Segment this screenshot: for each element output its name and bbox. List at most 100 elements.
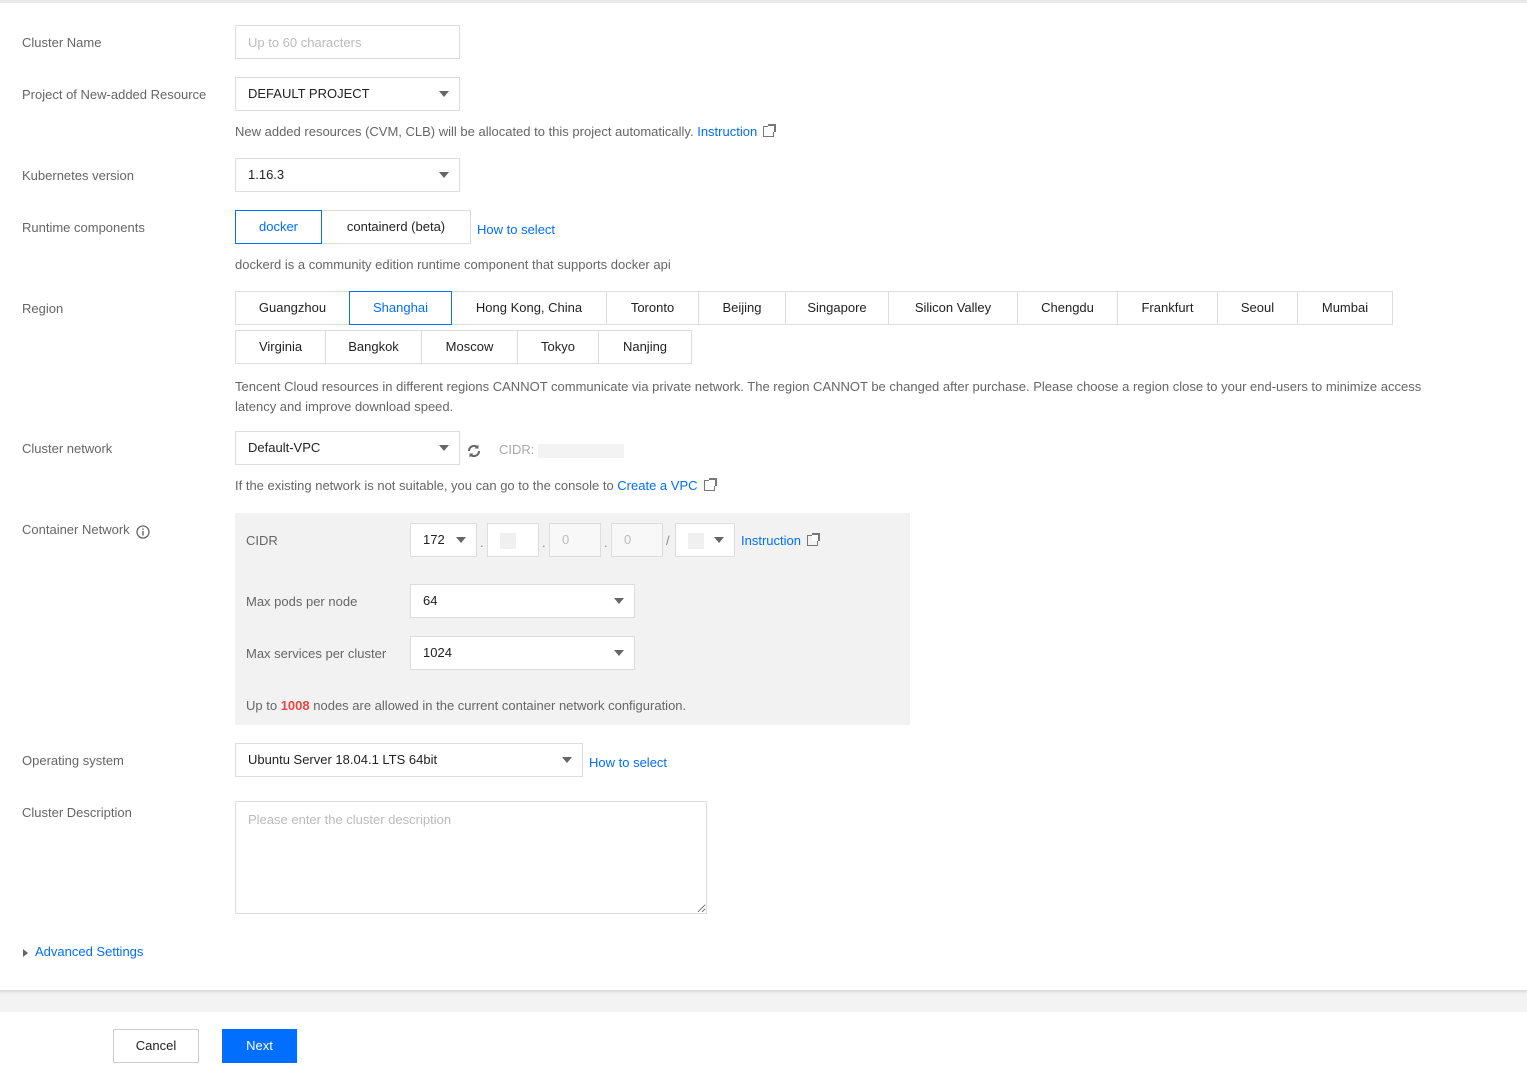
region-beijing[interactable]: Beijing — [698, 291, 786, 325]
region-frankfurt[interactable]: Frankfurt — [1117, 291, 1218, 325]
max-pods-label: Max pods per node — [246, 594, 358, 609]
chevron-down-icon — [562, 757, 572, 763]
cluster-network-help: If the existing network is not suitable,… — [235, 478, 717, 493]
vpc-select[interactable]: Default-VPC — [235, 431, 460, 465]
info-icon[interactable] — [136, 525, 150, 539]
cidr-dot-1: . — [480, 535, 484, 550]
region-help-line2: latency and improve download speed. — [235, 399, 454, 414]
os-how-to-select-link[interactable]: How to select — [589, 755, 667, 770]
region-help: Tencent Cloud resources in different reg… — [235, 377, 1495, 417]
project-instruction-link[interactable]: Instruction — [697, 124, 757, 139]
cluster-name-input[interactable] — [235, 25, 460, 59]
max-pods-select[interactable]: 64 — [410, 584, 635, 618]
k8s-version-value: 1.16.3 — [248, 167, 285, 182]
cluster-network-label: Cluster network — [22, 441, 113, 456]
region-guangzhou[interactable]: Guangzhou — [235, 291, 350, 325]
max-services-label: Max services per cluster — [246, 646, 387, 661]
next-button[interactable]: Next — [222, 1029, 297, 1063]
cidr-second-octet-input[interactable] — [487, 523, 539, 557]
region-toronto[interactable]: Toronto — [606, 291, 699, 325]
k8s-version-select[interactable]: 1.16.3 — [235, 158, 460, 192]
k8s-version-label: Kubernetes version — [22, 168, 135, 183]
project-select-value: DEFAULT PROJECT — [248, 86, 370, 101]
vpc-select-value: Default-VPC — [248, 440, 321, 455]
project-label: Project of New-added Resource — [22, 87, 207, 102]
description-textarea[interactable] — [235, 801, 707, 914]
project-select[interactable]: DEFAULT PROJECT — [235, 77, 460, 111]
vpc-cidr-redacted — [538, 443, 625, 458]
region-tokyo[interactable]: Tokyo — [517, 330, 599, 364]
footer-bar: Cancel Next — [0, 1012, 1527, 1079]
chevron-down-icon — [614, 598, 624, 604]
chevron-down-icon — [614, 650, 624, 656]
cluster-form: Cluster Name Project of New-added Resour… — [0, 3, 1527, 990]
region-moscow[interactable]: Moscow — [421, 330, 518, 364]
region-chengdu[interactable]: Chengdu — [1017, 291, 1118, 325]
region-help-line1: Tencent Cloud resources in different reg… — [235, 379, 1422, 394]
max-pods-value: 64 — [423, 593, 438, 608]
refresh-icon[interactable] — [466, 443, 482, 459]
external-link-icon — [703, 478, 717, 491]
cidr-slash: / — [666, 533, 670, 548]
cidr-first-octet-select[interactable]: 172 — [410, 523, 477, 557]
chevron-down-icon — [439, 172, 449, 178]
cluster-name-label: Cluster Name — [22, 35, 102, 50]
cidr-second-octet-redacted — [500, 532, 516, 549]
runtime-selector: docker containerd (beta) — [235, 210, 471, 244]
cidr-dot-3: . — [604, 535, 608, 550]
vpc-cidr-label: CIDR: — [499, 442, 535, 457]
region-shanghai[interactable]: Shanghai — [349, 291, 452, 325]
os-select-value: Ubuntu Server 18.04.1 LTS 64bit — [248, 752, 438, 767]
cidr-instruction-link[interactable]: Instruction — [741, 533, 801, 548]
region-hong-kong[interactable]: Hong Kong, China — [451, 291, 607, 325]
container-network-panel: CIDR 172 . . 0 . 0 / Instruction Max pod… — [235, 513, 910, 725]
cidr-first-octet-value: 172 — [423, 532, 445, 547]
project-help: New added resources (CVM, CLB) will be a… — [235, 124, 777, 139]
region-bangkok[interactable]: Bangkok — [325, 330, 422, 364]
region-singapore[interactable]: Singapore — [785, 291, 889, 325]
advanced-settings-toggle[interactable]: Advanced Settings — [35, 944, 143, 959]
max-services-select[interactable]: 1024 — [410, 636, 635, 670]
node-capacity-count: 1008 — [280, 698, 310, 713]
os-label: Operating system — [22, 753, 124, 768]
chevron-down-icon — [714, 537, 724, 543]
node-capacity-suffix: nodes are allowed in the current contain… — [313, 698, 687, 713]
create-vpc-link[interactable]: Create a VPC — [617, 478, 697, 493]
region-label: Region — [22, 301, 64, 316]
cancel-button[interactable]: Cancel — [113, 1029, 199, 1063]
caret-right-icon[interactable] — [23, 949, 28, 957]
container-network-label: Container Network — [22, 522, 130, 537]
chevron-down-icon — [456, 537, 466, 543]
chevron-down-icon — [439, 91, 449, 97]
cidr-third-octet-input[interactable]: 0 — [549, 523, 601, 557]
cluster-network-help-text: If the existing network is not suitable,… — [235, 478, 614, 493]
max-services-value: 1024 — [423, 645, 452, 660]
runtime-label: Runtime components — [22, 220, 145, 235]
runtime-how-to-select-link[interactable]: How to select — [477, 222, 555, 237]
region-seoul[interactable]: Seoul — [1217, 291, 1298, 325]
runtime-option-containerd[interactable]: containerd (beta) — [321, 210, 471, 244]
cidr-instruction: Instruction — [741, 533, 820, 548]
vpc-cidr: CIDR: — [499, 442, 625, 458]
runtime-option-docker[interactable]: docker — [235, 210, 322, 244]
cidr-label: CIDR — [246, 533, 278, 548]
os-select[interactable]: Ubuntu Server 18.04.1 LTS 64bit — [235, 743, 583, 777]
chevron-down-icon — [439, 445, 449, 451]
description-label: Cluster Description — [22, 805, 132, 820]
cidr-mask-select[interactable] — [675, 523, 735, 557]
region-silicon-valley[interactable]: Silicon Valley — [888, 291, 1018, 325]
project-help-text: New added resources (CVM, CLB) will be a… — [235, 124, 694, 139]
runtime-help: dockerd is a community edition runtime c… — [235, 257, 671, 272]
node-capacity-note: Up to 1008 nodes are allowed in the curr… — [246, 698, 686, 713]
external-link-icon — [763, 124, 777, 137]
region-nanjing[interactable]: Nanjing — [598, 330, 692, 364]
region-mumbai[interactable]: Mumbai — [1297, 291, 1393, 325]
cidr-mask-redacted — [688, 532, 704, 549]
region-selector-row2: Virginia Bangkok Moscow Tokyo Nanjing — [235, 330, 692, 364]
region-virginia[interactable]: Virginia — [235, 330, 326, 364]
region-selector-row1: Guangzhou Shanghai Hong Kong, China Toro… — [235, 291, 1393, 325]
node-capacity-prefix: Up to — [246, 698, 278, 713]
footer-divider — [0, 990, 1527, 1012]
cidr-dot-2: . — [542, 535, 546, 550]
cidr-fourth-octet-input[interactable]: 0 — [611, 523, 663, 557]
